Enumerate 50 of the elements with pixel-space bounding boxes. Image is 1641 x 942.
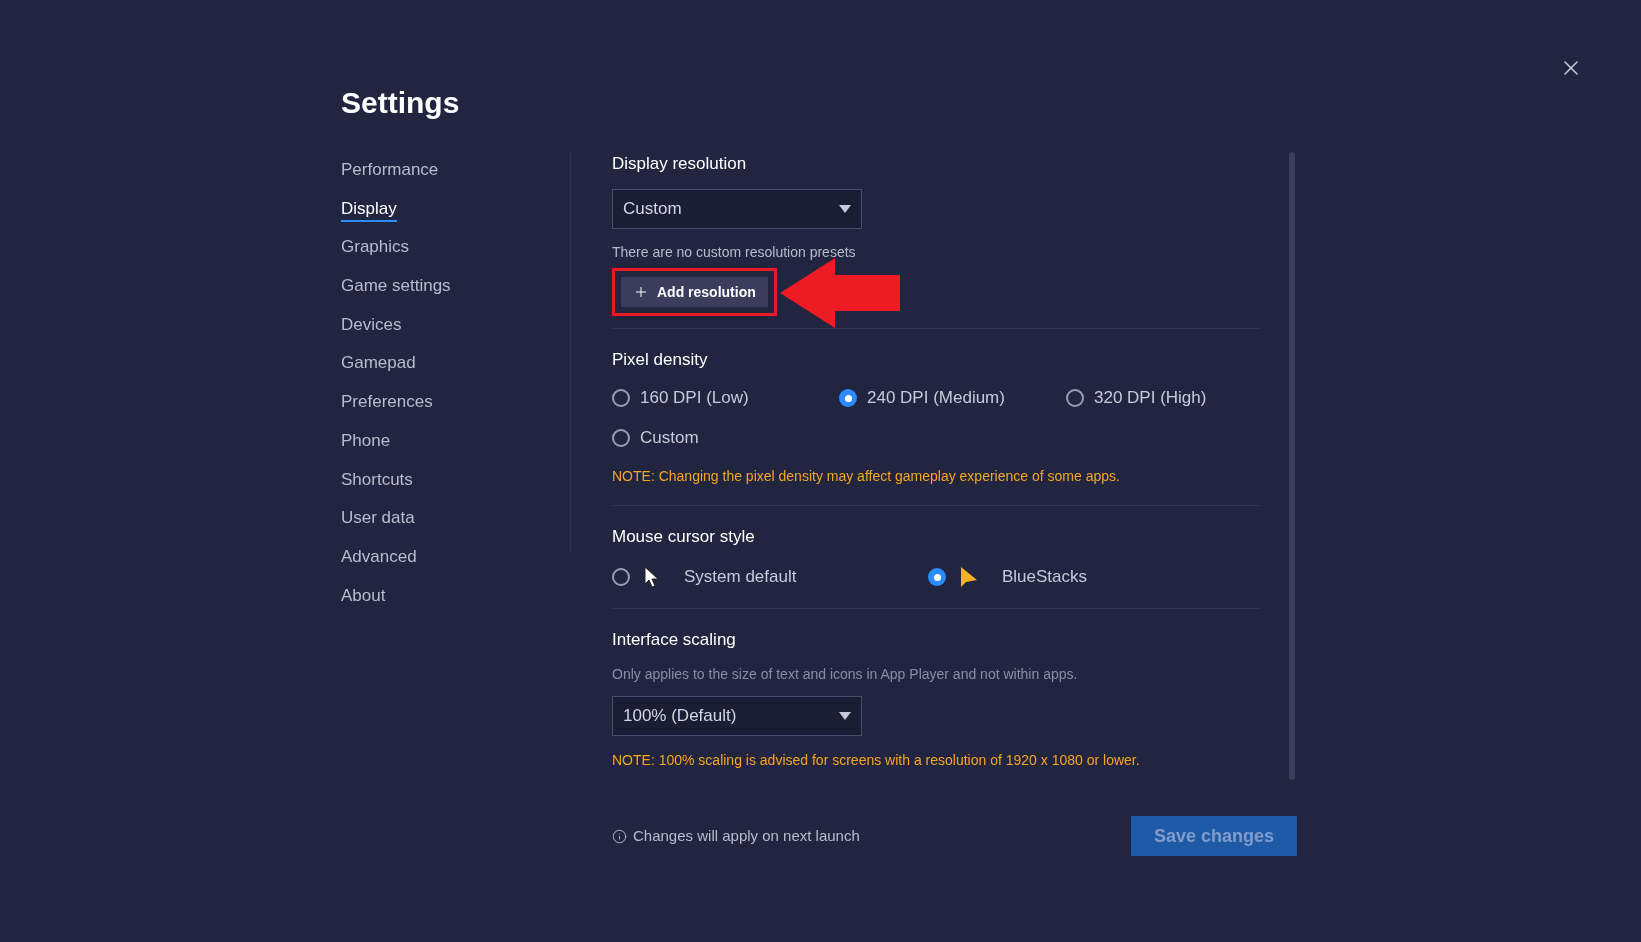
radio-button[interactable] xyxy=(612,568,630,586)
nav-item[interactable]: Devices xyxy=(341,313,402,338)
nav-item[interactable]: Gamepad xyxy=(341,352,416,377)
scrollbar[interactable] xyxy=(1289,152,1295,780)
radio-option[interactable]: 320 DPI (High) xyxy=(1066,387,1231,409)
nav-item[interactable]: Shortcuts xyxy=(341,468,413,493)
nav-item[interactable]: Performance xyxy=(341,159,439,183)
nav-item[interactable]: About xyxy=(341,584,386,609)
option-label: 160 DPI (Low) xyxy=(640,387,749,409)
section-description: Only applies to the size of text and icons in App Player and not within apps. xyxy=(612,665,1079,683)
caret-icon xyxy=(839,205,851,213)
nav-item[interactable]: Game settings xyxy=(341,275,451,300)
cursor-icon xyxy=(644,566,660,588)
caret-icon xyxy=(839,712,851,720)
info-icon xyxy=(612,828,627,844)
radio-option[interactable]: Custom xyxy=(612,427,839,449)
add-resolution-button[interactable]: Add resolution xyxy=(621,277,768,307)
nav-item[interactable]: User data xyxy=(341,507,415,532)
option-label: 240 DPI (Medium) xyxy=(867,387,1005,409)
option-label: Custom xyxy=(640,427,699,449)
radio-button[interactable] xyxy=(839,389,857,407)
radio-button[interactable] xyxy=(612,429,630,447)
cursor-icon xyxy=(960,567,978,587)
nav-item[interactable]: Advanced xyxy=(341,545,417,570)
nav-item[interactable]: Display xyxy=(341,197,397,222)
nav-item[interactable]: Preferences xyxy=(341,391,433,416)
section-heading: Mouse cursor style xyxy=(612,526,756,548)
option-label: 320 DPI (High) xyxy=(1094,387,1207,409)
section-heading: Pixel density xyxy=(612,349,709,371)
nav-item[interactable]: Phone xyxy=(341,429,391,454)
option-label: BlueStacks xyxy=(1002,566,1088,588)
section-heading: Display resolution xyxy=(612,153,748,175)
radio-option[interactable]: BlueStacks xyxy=(928,566,1231,588)
radio-button[interactable] xyxy=(928,568,946,586)
radio-button[interactable] xyxy=(1066,389,1084,407)
info-message: Changes will apply on next launch xyxy=(612,824,860,848)
dropdown[interactable]: Custom xyxy=(612,189,862,229)
radio-option[interactable]: 240 DPI (Medium) xyxy=(839,387,1066,409)
section-heading: Interface scaling xyxy=(612,629,737,651)
dropdown[interactable]: 100% (Default) xyxy=(612,696,862,736)
option-label: System default xyxy=(684,566,797,588)
empty-message: There are no custom resolution presets xyxy=(612,243,857,261)
nav-item[interactable]: Graphics xyxy=(341,236,410,261)
radio-option[interactable]: 160 DPI (Low) xyxy=(612,387,839,409)
page-title: Settings xyxy=(341,85,461,121)
radio-option[interactable]: System default xyxy=(612,566,928,588)
plus-icon xyxy=(633,284,649,300)
warning-note: NOTE: Changing the pixel density may affect gameplay experience of some apps. xyxy=(612,467,1121,485)
radio-button[interactable] xyxy=(612,389,630,407)
warning-note: NOTE: 100% scaling is advised for screens with a resolution of 1920 x 1080 or lower. xyxy=(612,751,1141,769)
